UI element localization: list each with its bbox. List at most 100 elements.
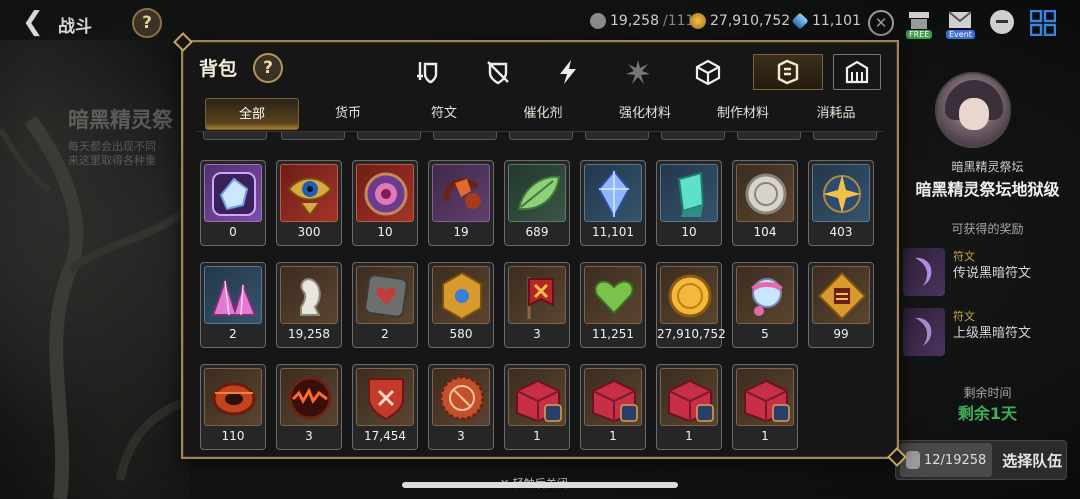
red-chest-icon [508,368,566,426]
item-count: 19 [453,225,469,239]
team-count-box: 12/19258 [900,443,993,477]
category-tab-armor[interactable] [479,54,517,90]
inventory-item[interactable]: 689 [504,160,570,246]
remaining-time-label: 剩余时间 [963,386,1012,400]
silver-horse-icon [280,266,338,324]
inventory-item[interactable]: 10 [656,160,722,246]
inventory-item[interactable]: 10 [352,160,418,246]
weapon-icon [417,62,438,84]
inventory-item[interactable]: 104 [732,160,798,246]
inventory-item[interactable]: 17,454 [352,364,418,450]
back-arrow-icon[interactable]: ❮ [22,9,50,37]
free-shop-button[interactable]: FREE [906,8,933,39]
category-tab-dice[interactable] [689,54,727,90]
peek-cell [281,132,345,140]
subtab-enhance-material[interactable]: 强化材料 [595,98,695,130]
inventory-item[interactable]: 580 [428,262,494,348]
inventory-item[interactable]: 19 [428,160,494,246]
rewards-label: 可获得的奖励 [951,222,1024,236]
stone-heart-box-icon [356,266,414,324]
item-count: 3 [305,429,313,443]
inventory-item[interactable]: 1 [732,364,798,450]
home-indicator[interactable] [402,482,678,488]
item-count: 19,258 [288,327,330,341]
material-icon [777,59,799,85]
category-tab-shop[interactable] [833,54,881,90]
pink-charm-icon [736,266,794,324]
inventory-item[interactable]: 403 [808,160,874,246]
inventory-item[interactable]: 11,251 [580,262,646,348]
category-tab-spark[interactable] [619,54,657,90]
inventory-item[interactable]: 3 [428,364,494,450]
red-shield-icon [356,368,414,426]
subtab-consumable[interactable]: 消耗品 [791,98,881,130]
dark-rune-icon [903,248,945,296]
category-tab-material[interactable] [753,54,823,90]
inventory-item[interactable]: 0 [200,160,266,246]
reward-item[interactable]: 符文 上级黑暗符文 [903,308,1073,358]
inventory-item[interactable]: 99 [808,262,874,348]
subtab-craft-material[interactable]: 制作材料 [693,98,793,130]
select-team-button[interactable]: 选择队伍 [1002,450,1062,471]
subtab-rune[interactable]: 符文 [399,98,489,130]
chat-icon[interactable] [990,10,1014,34]
inventory-item[interactable]: 1 [580,364,646,450]
item-count: 11,251 [592,327,634,341]
category-tab-weapon[interactable] [409,54,447,90]
subtab-currency[interactable]: 货币 [303,98,393,130]
subtab-all[interactable]: 全部 [205,98,299,130]
red-chest-icon [660,368,718,426]
token-value: 19,258 [610,13,659,29]
inventory-item[interactable]: 1 [656,364,722,450]
stamina-horse-icon [906,451,920,469]
green-leaf-icon [508,164,566,222]
event-mail-button[interactable]: Event [946,8,975,39]
teal-crystal-icon [660,164,718,222]
peek-cell [661,132,725,140]
bag-help-button[interactable]: ? [253,53,283,83]
gold-badge-icon [812,266,870,324]
inventory-item[interactable]: 3 [276,364,342,450]
close-circle-icon[interactable]: ✕ [868,10,894,36]
item-count: 5 [761,327,769,341]
armor-icon [487,61,509,85]
background-desc-line-1: 每天都会出现不同 [68,140,156,153]
eye-emblem-icon [280,164,338,222]
inventory-item[interactable]: 19,258 [276,262,342,348]
item-count: 689 [525,225,549,239]
subtab-catalyst[interactable]: 催化剂 [493,98,593,130]
item-count: 1 [609,429,617,443]
gold-coin-icon [660,266,718,324]
peek-cell [357,132,421,140]
scrolled-row-remnant [197,132,887,142]
item-count: 1 [533,429,541,443]
gold-currency: 27,910,752 [690,13,790,29]
purple-orb-icon [356,164,414,222]
inventory-item[interactable]: 110 [200,364,266,450]
bag-title: 背包 [199,58,238,80]
avatar-face [959,98,989,130]
gold-value: 27,910,752 [710,13,791,29]
pink-crystal-cluster-icon [204,266,262,324]
inventory-item[interactable]: 2 [352,262,418,348]
dark-elf-avatar [935,72,1011,148]
remaining-time-value: 剩余1天 [957,404,1018,423]
inventory-item[interactable]: 300 [276,160,342,246]
inventory-item[interactable]: 27,910,752 [656,262,726,348]
token-currency: 19,258/111 [590,13,694,29]
item-count: 104 [753,225,777,239]
background-event-desc: 每天都会出现不同 来这里取得各种重 [68,140,156,168]
item-count: 403 [829,225,853,239]
background-desc-line-2: 来这里取得各种重 [68,154,156,167]
inventory-item[interactable]: 1 [504,364,570,450]
inventory-item[interactable]: 11,101 [580,160,646,246]
team-select-bar[interactable]: 12/19258 选择队伍 [895,440,1067,480]
red-ring-icon [204,368,262,426]
reward-item[interactable]: 符文 传说黑暗符文 [903,248,1073,298]
inventory-item[interactable]: 5 [732,262,798,348]
menu-grid-icon[interactable] [1030,10,1056,36]
category-tab-skill[interactable] [549,54,587,90]
inventory-item[interactable]: 3 [504,262,570,348]
top-help-button[interactable]: ? [132,8,162,38]
inventory-item[interactable]: 2 [200,262,266,348]
